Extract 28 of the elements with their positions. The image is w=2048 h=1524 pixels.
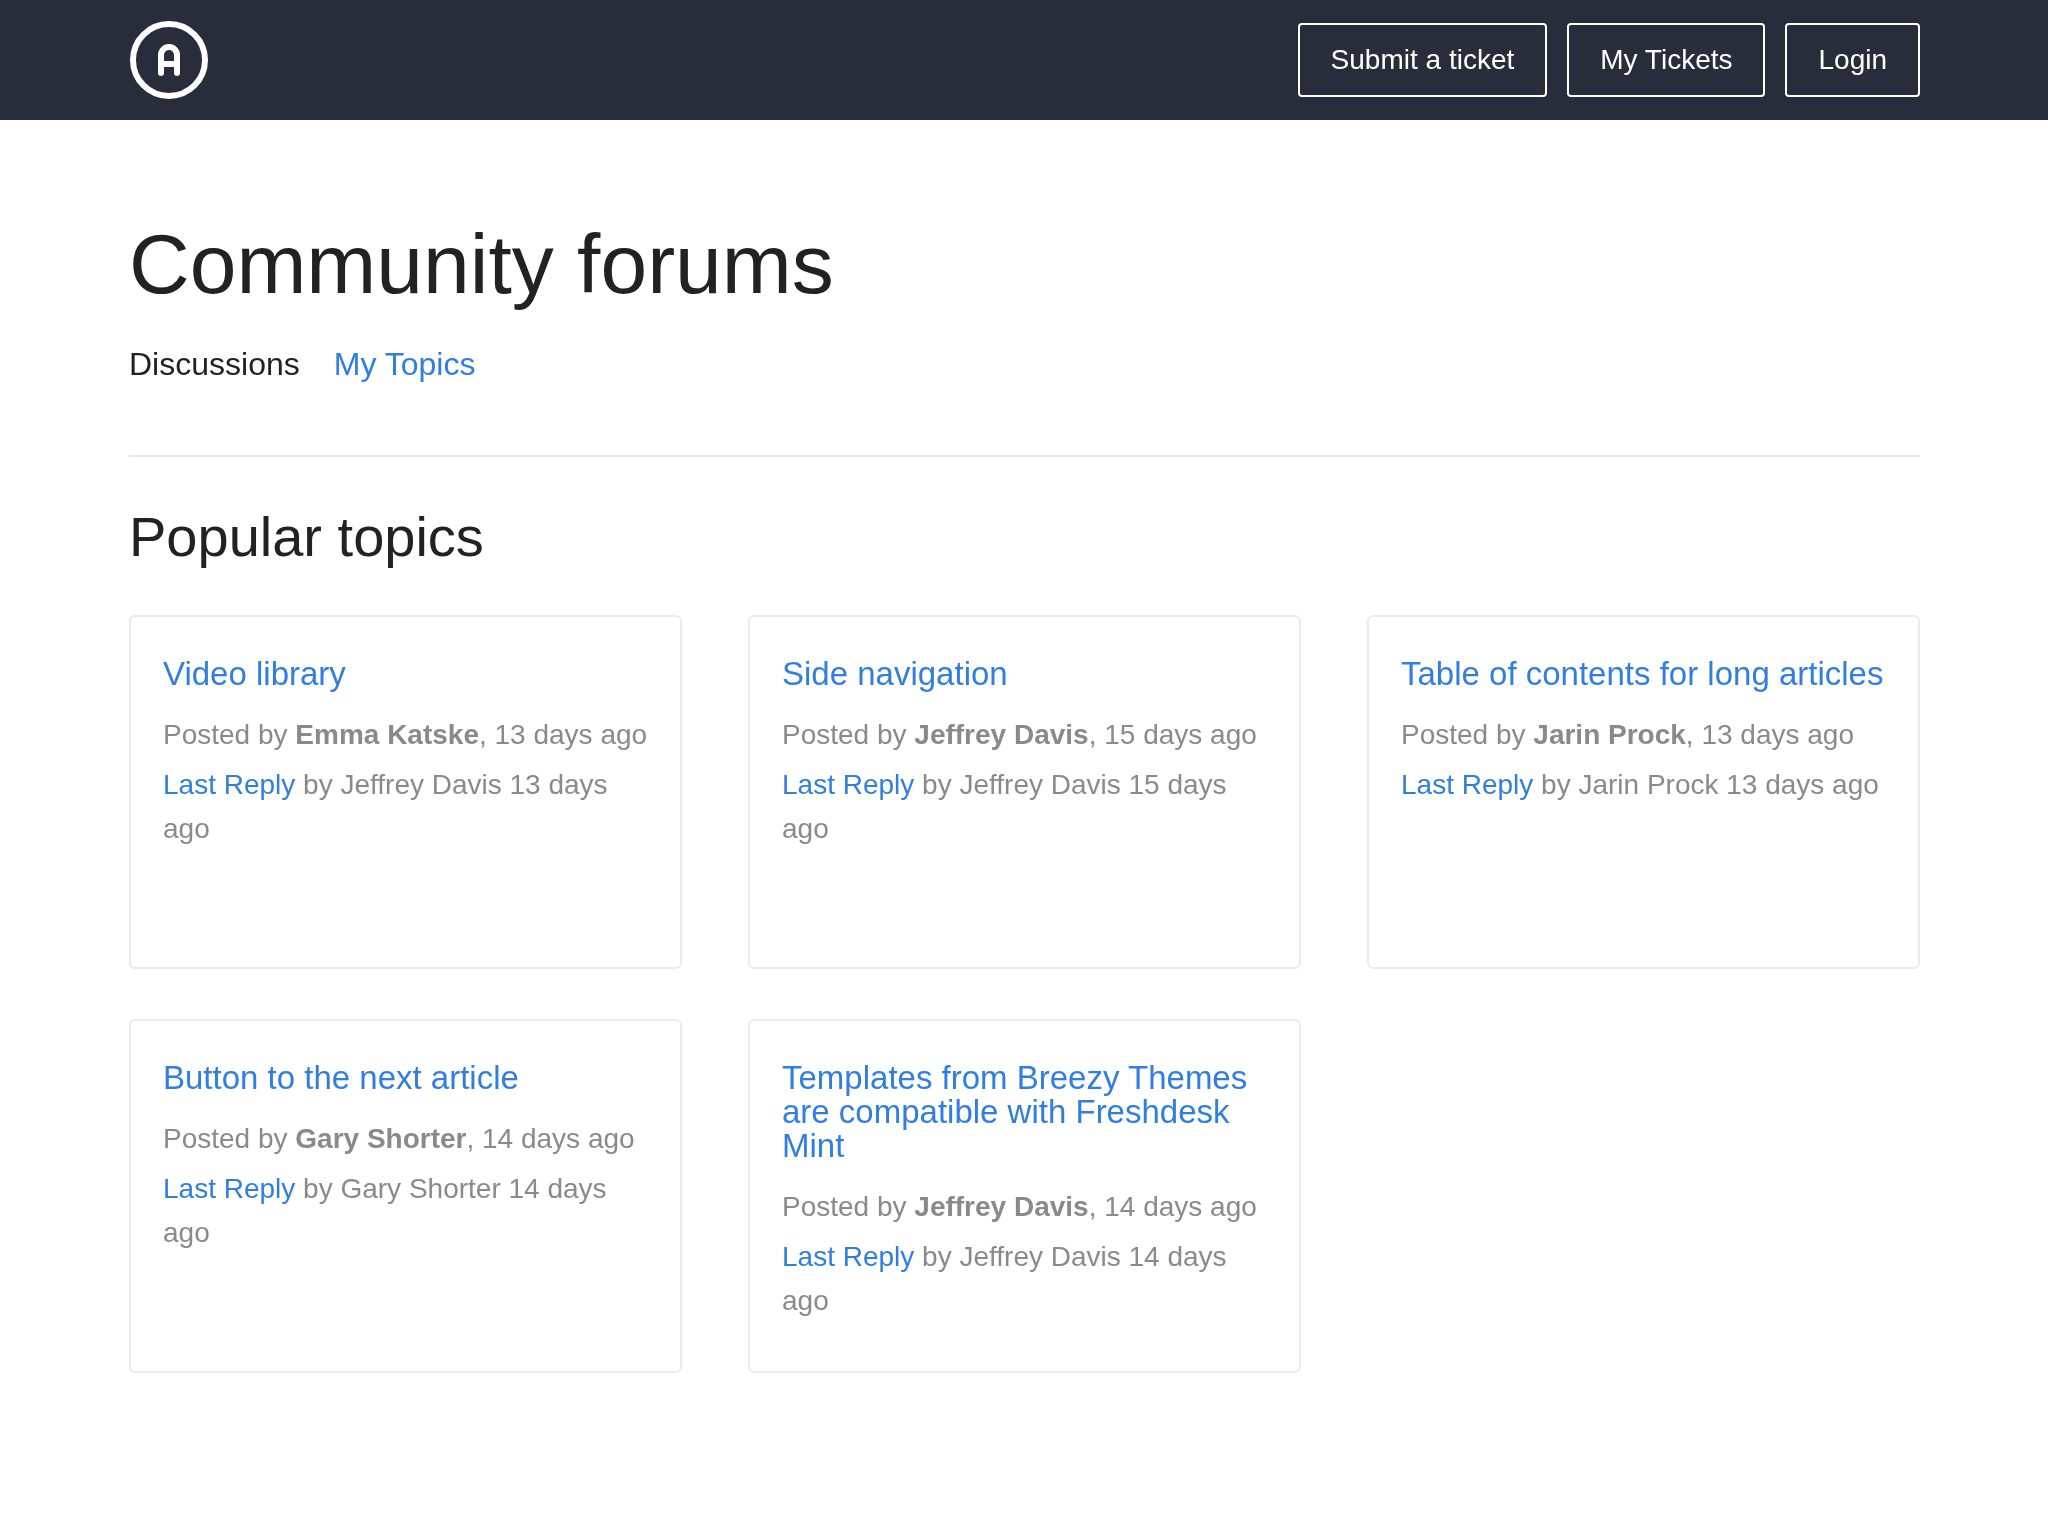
page-title: Community forums	[129, 216, 835, 311]
tab[interactable]: Discussions	[129, 346, 300, 384]
header-button[interactable]: Login	[1785, 23, 1920, 97]
last-reply-text: Last Reply by Jeffrey Davis 15 days ago	[782, 767, 1228, 846]
last-reply-link[interactable]: Last Reply	[163, 768, 296, 800]
last-reply-link[interactable]: Last Reply	[782, 1240, 915, 1272]
posted-by-text: Posted by Emma Katske, 13 days ago	[163, 717, 648, 752]
header-button[interactable]: My Tickets	[1567, 23, 1766, 97]
last-reply-link[interactable]: Last Reply	[163, 1172, 296, 1204]
topic-title-link[interactable]: Video library	[163, 656, 648, 691]
topic-title-link[interactable]: Templates from Breezy Themes are compatible with Freshdesk Mint	[782, 1060, 1267, 1163]
logo-icon[interactable]	[129, 20, 209, 100]
topic-title-link[interactable]: Side navigation	[782, 656, 1267, 691]
posted-by-text: Posted by Jeffrey Davis, 15 days ago	[782, 717, 1258, 752]
posted-by-text: Posted by Jeffrey Davis, 14 days ago	[782, 1189, 1258, 1224]
topic-title-link[interactable]: Button to the next article	[163, 1060, 648, 1095]
posted-by-text: Posted by Gary Shorter, 14 days ago	[163, 1121, 636, 1156]
header-button[interactable]: Submit a ticket	[1297, 23, 1548, 97]
last-reply-text: Last Reply by Jeffrey Davis 13 days ago	[163, 767, 609, 846]
section-heading: Popular topics	[129, 504, 485, 571]
last-reply-text: Last Reply by Jeffrey Davis 14 days ago	[782, 1239, 1228, 1318]
last-reply-link[interactable]: Last Reply	[782, 768, 915, 800]
last-reply-link[interactable]: Last Reply	[1401, 768, 1534, 800]
posted-by-text: Posted by Jarin Prock, 13 days ago	[1401, 717, 1855, 752]
tab[interactable]: My Topics	[333, 346, 476, 384]
last-reply-text: Last Reply by Jarin Prock 13 days ago	[1401, 767, 1880, 802]
last-reply-text: Last Reply by Gary Shorter 14 days ago	[163, 1171, 608, 1250]
topic-title-link[interactable]: Table of contents for long articles	[1401, 656, 1886, 691]
